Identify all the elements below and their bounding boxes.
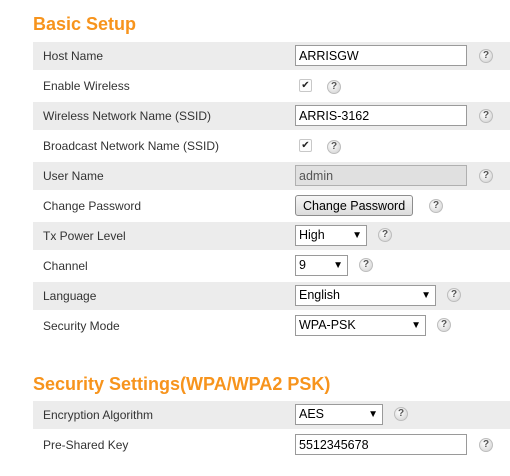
help-icon[interactable]: ? (378, 228, 392, 242)
help-icon[interactable]: ? (479, 438, 493, 452)
help-icon[interactable]: ? (327, 140, 341, 154)
help-icon[interactable]: ? (437, 318, 451, 332)
chevron-down-icon: ▼ (411, 320, 421, 331)
row-tx-power: Tx Power Level High ▼ ? (33, 222, 510, 251)
chevron-down-icon: ▼ (333, 260, 343, 271)
enable-wireless-checkbox[interactable]: ✔ (299, 79, 312, 92)
help-icon[interactable]: ? (359, 258, 373, 272)
encryption-value: AES (299, 407, 325, 421)
help-icon[interactable]: ? (479, 49, 493, 63)
security-settings-title: Security Settings(WPA/WPA2 PSK) (33, 374, 331, 394)
encryption-select[interactable]: AES ▼ (295, 404, 383, 425)
row-user-name: User Name ? (33, 162, 510, 191)
broadcast-ssid-label: Broadcast Network Name (SSID) (43, 139, 220, 153)
row-host-name: Host Name ? (33, 42, 510, 71)
tx-power-value: High (299, 228, 325, 242)
chevron-down-icon: ▼ (421, 290, 431, 301)
row-broadcast-ssid: Broadcast Network Name (SSID) ✔ ? (33, 132, 510, 161)
help-icon[interactable]: ? (479, 169, 493, 183)
user-name-label: User Name (43, 169, 104, 183)
encryption-label: Encryption Algorithm (43, 408, 154, 422)
row-pre-shared-key: Pre-Shared Key ? (33, 431, 510, 460)
psk-input[interactable] (295, 434, 467, 455)
host-name-input[interactable] (295, 45, 467, 66)
channel-value: 9 (299, 258, 306, 272)
help-icon[interactable]: ? (447, 288, 461, 302)
help-icon[interactable]: ? (394, 407, 408, 421)
tx-power-select[interactable]: High ▼ (295, 225, 367, 246)
chevron-down-icon: ▼ (368, 409, 378, 420)
row-security-mode: Security Mode WPA-PSK ▼ ? (33, 312, 510, 341)
language-select[interactable]: English ▼ (295, 285, 436, 306)
change-password-button[interactable]: Change Password (295, 195, 414, 216)
help-icon[interactable]: ? (429, 199, 443, 213)
help-icon[interactable]: ? (479, 109, 493, 123)
ssid-label: Wireless Network Name (SSID) (43, 109, 212, 123)
language-label: Language (43, 289, 97, 303)
chevron-down-icon: ▼ (352, 230, 362, 241)
broadcast-ssid-checkbox[interactable]: ✔ (299, 139, 312, 152)
ssid-input[interactable] (295, 105, 467, 126)
row-change-password: Change Password Change Password ? (33, 192, 510, 221)
enable-wireless-label: Enable Wireless (43, 79, 130, 93)
row-ssid: Wireless Network Name (SSID) ? (33, 102, 510, 131)
host-name-label: Host Name (43, 49, 104, 63)
row-encryption: Encryption Algorithm AES ▼ ? (33, 401, 510, 430)
channel-select[interactable]: 9 ▼ (295, 255, 348, 276)
security-mode-value: WPA-PSK (299, 318, 356, 332)
channel-label: Channel (43, 259, 88, 273)
security-mode-select[interactable]: WPA-PSK ▼ (295, 315, 426, 336)
change-password-label: Change Password (43, 199, 142, 213)
user-name-input (295, 165, 467, 186)
security-mode-label: Security Mode (43, 319, 120, 333)
row-language: Language English ▼ ? (33, 282, 510, 311)
psk-label: Pre-Shared Key (43, 438, 129, 452)
row-enable-wireless: Enable Wireless ✔ ? (33, 72, 510, 101)
basic-setup-title: Basic Setup (33, 14, 137, 34)
help-icon[interactable]: ? (327, 80, 341, 94)
row-channel: Channel 9 ▼ ? (33, 252, 510, 281)
language-value: English (299, 288, 340, 302)
tx-power-label: Tx Power Level (43, 229, 126, 243)
